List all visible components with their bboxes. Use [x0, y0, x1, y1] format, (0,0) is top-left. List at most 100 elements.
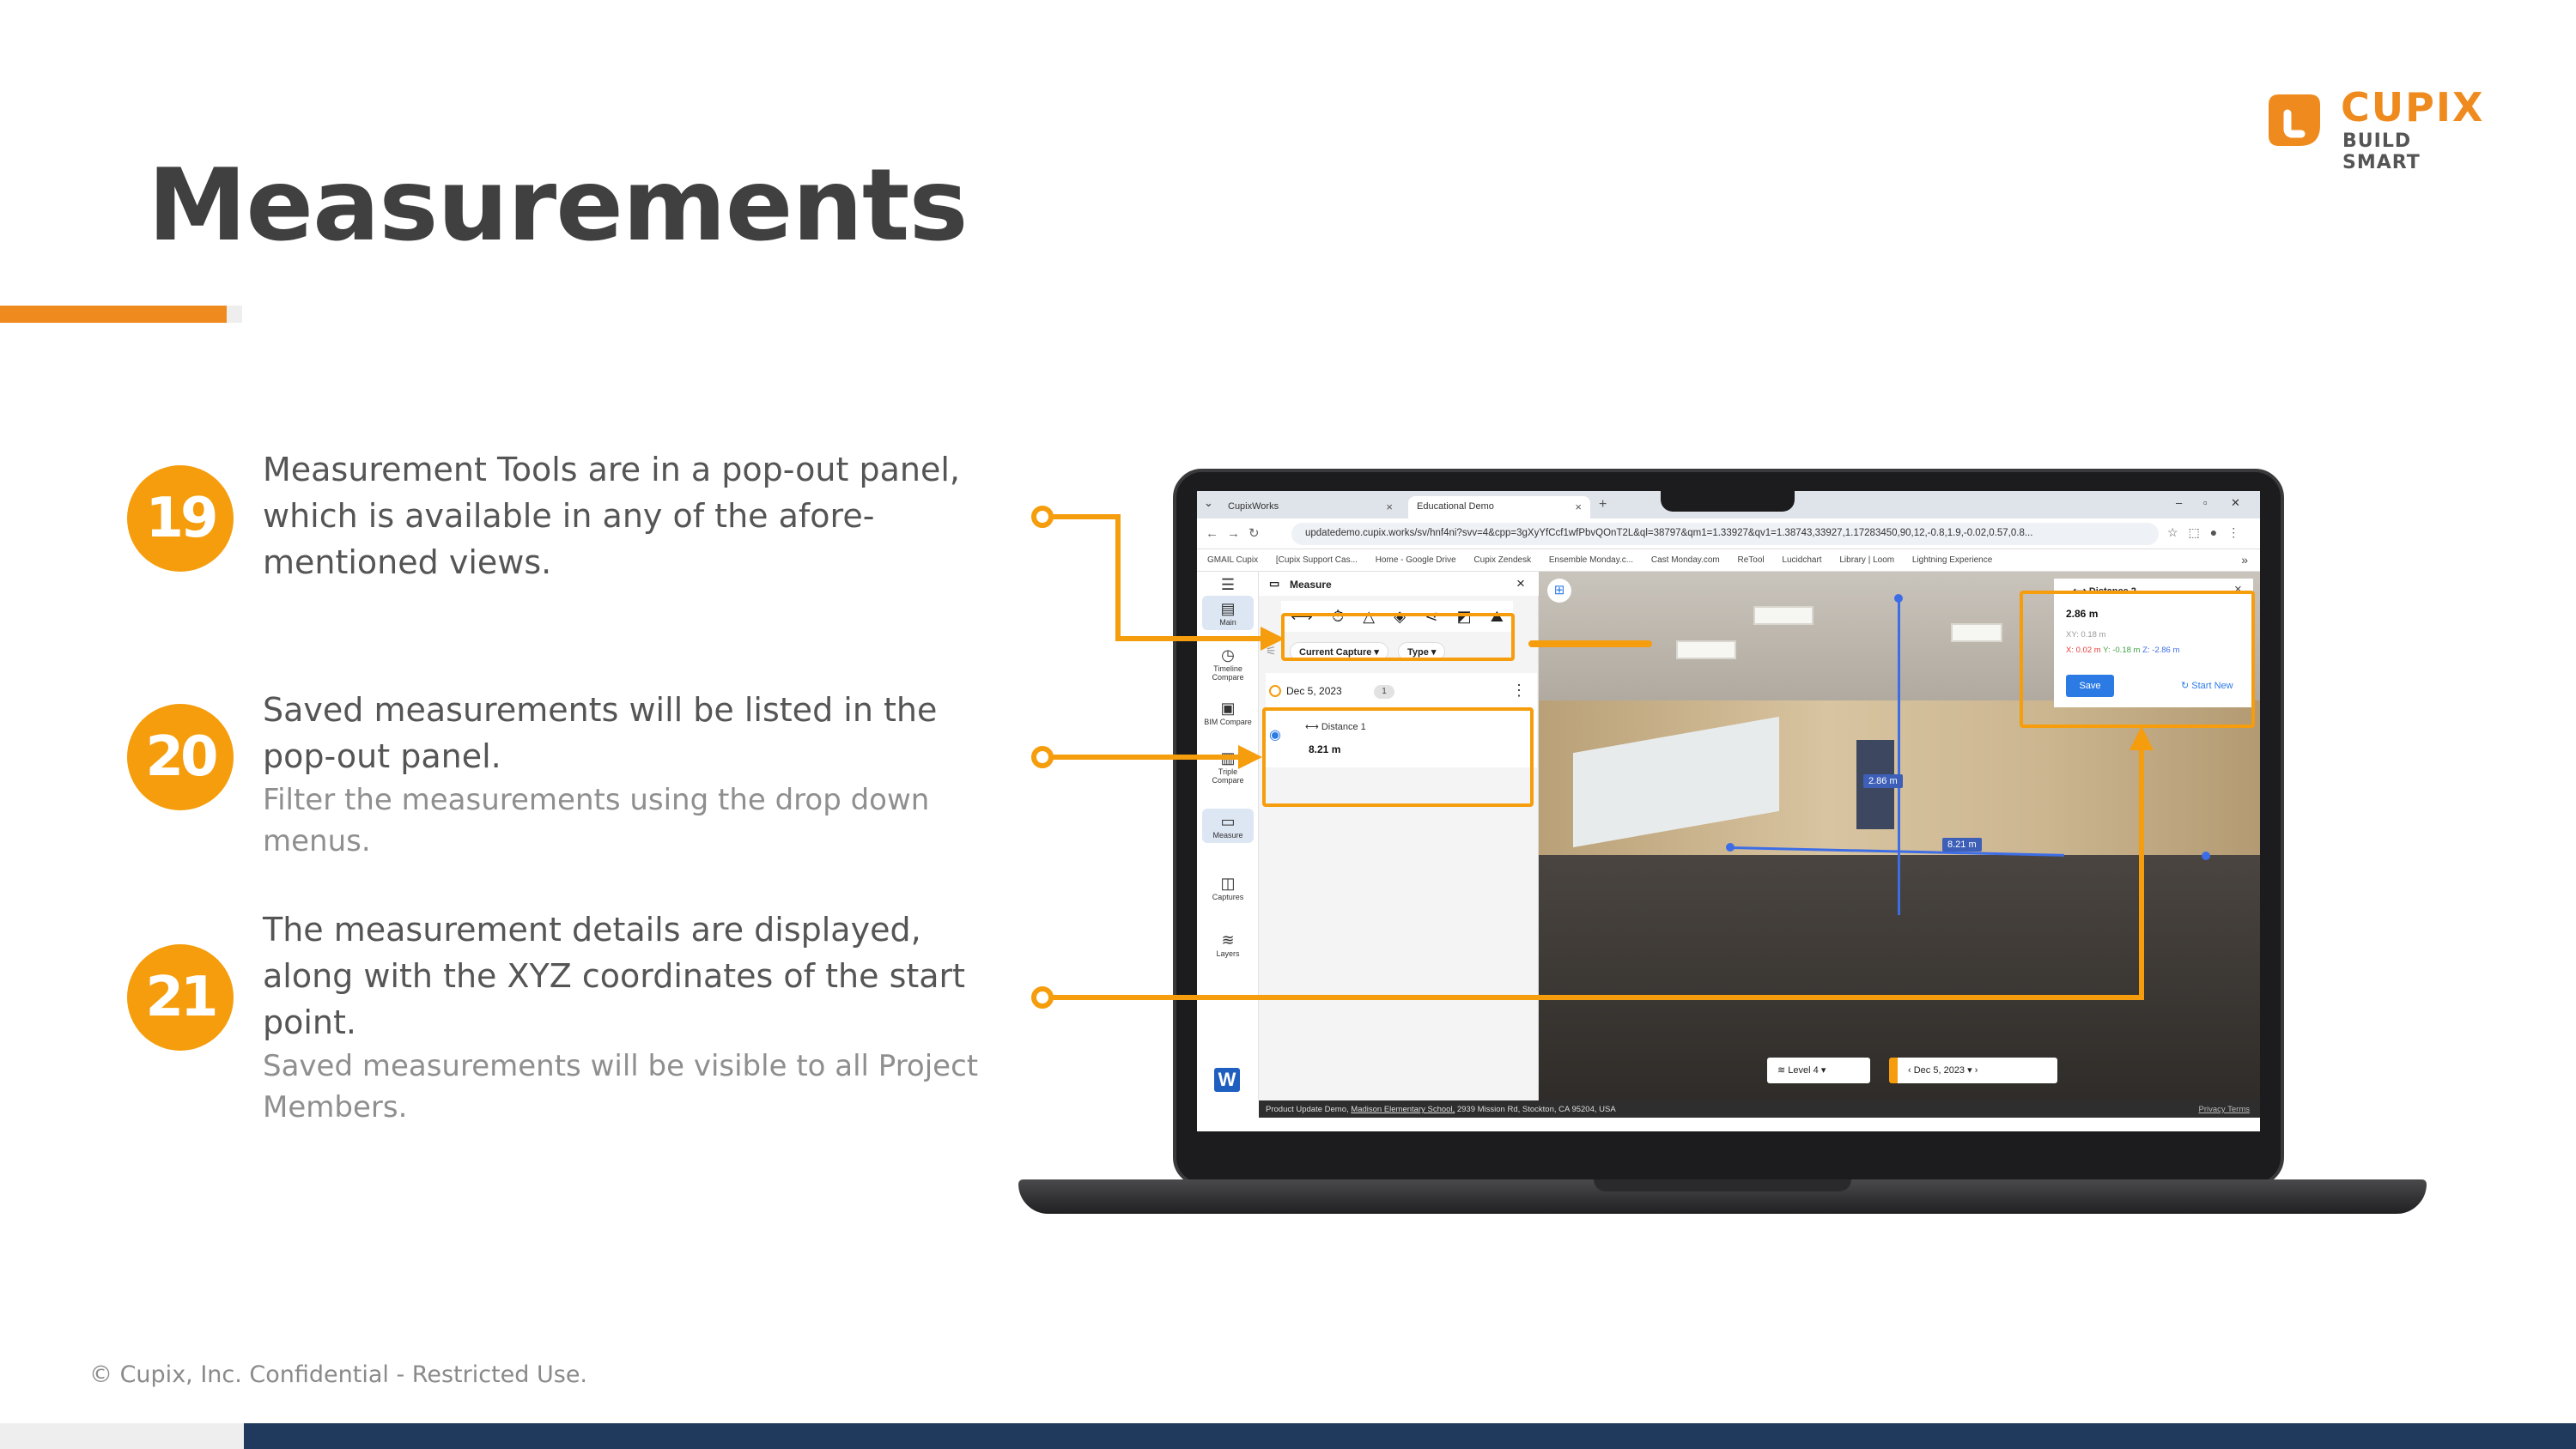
filter-icon: ⚟ — [1266, 644, 1277, 658]
footer-bar-light — [0, 1423, 244, 1449]
status-address: 2939 Mission Rd, Stockton, CA 95204, USA — [1456, 1105, 1616, 1114]
level-selector[interactable]: ≋ Level 4 ▾ — [1767, 1058, 1870, 1083]
step-19-description: Measurement Tools are in a pop-out panel… — [263, 446, 1018, 585]
bookmark[interactable]: Ensemble Monday.c... — [1549, 555, 1633, 565]
page-title: Measurements — [148, 148, 969, 264]
capture-date-selector[interactable]: ‹ Dec 5, 2023 ▾ › — [1889, 1058, 2057, 1083]
title-accent-bar — [0, 306, 227, 323]
step-21-description: The measurement details are displayed, a… — [263, 906, 1018, 1128]
measurement-point[interactable] — [1726, 843, 1735, 852]
measurement-point[interactable] — [2202, 852, 2210, 860]
browser-tab-educational-demo[interactable]: Educational Demo × — [1408, 496, 1590, 518]
grid-icon: ▤ — [1220, 600, 1236, 617]
vertical-measurement-label: 2.86 m — [1863, 774, 1903, 788]
maximize-icon[interactable]: ▫ — [2203, 496, 2208, 509]
url-field[interactable]: updatedemo.cupix.works/sv/hnf4ni?svv=4&c… — [1291, 523, 2159, 545]
nav-captures[interactable]: ◫ Captures — [1202, 874, 1254, 901]
slide: CUPIX BUILD SMART Measurements 19 Measur… — [0, 0, 2576, 1449]
bim-icon: ▣ — [1220, 700, 1236, 717]
step-19-text: Measurement Tools are in a pop-out panel… — [263, 451, 960, 581]
bookmark[interactable]: Lightning Experience — [1912, 555, 1992, 565]
bookmark[interactable]: [Cupix Support Cas... — [1276, 555, 1358, 565]
step-21-badge: 21 — [127, 944, 234, 1051]
layers-icon: ≋ — [1221, 931, 1235, 949]
leader-anchor-19 — [1031, 506, 1054, 528]
minimize-icon[interactable]: – — [2176, 496, 2182, 509]
browser-address-bar: ←→↻ updatedemo.cupix.works/sv/hnf4ni?svv… — [1197, 518, 2260, 549]
left-nav: ☰ ▤ Main ◷ Timeline Compare ▣ BIM Compar… — [1197, 572, 1259, 1100]
saved-group-count: 1 — [1374, 685, 1394, 699]
bookmark[interactable]: Library | Loom — [1839, 555, 1894, 565]
more-vert-icon[interactable]: ⋮ — [1511, 682, 1527, 700]
nav-timeline-compare[interactable]: ◷ Timeline Compare — [1202, 646, 1254, 682]
measurement-line-vertical — [1898, 597, 1900, 915]
more-bookmarks-icon[interactable]: » — [2241, 553, 2248, 567]
logo-name: CUPIX — [2341, 84, 2485, 130]
step-20-subtext: Filter the measurements using the drop d… — [263, 783, 930, 858]
browser-tab-cupixworks[interactable]: CupixWorks × — [1219, 496, 1401, 518]
step-21-text: The measurement details are displayed, a… — [263, 911, 966, 1041]
browser-nav-icons[interactable]: ←→↻ — [1206, 525, 1268, 541]
status-prefix: Product Update Demo, — [1266, 1105, 1349, 1114]
distance-details-highlight — [2020, 591, 2255, 728]
bookmark[interactable]: ReTool — [1738, 555, 1765, 565]
bookmark[interactable]: Cast Monday.com — [1651, 555, 1720, 565]
new-tab-icon[interactable]: + — [1599, 497, 1607, 512]
measure-panel-header: ▭ Measure × — [1259, 572, 1539, 596]
tab-label: CupixWorks — [1228, 501, 1279, 512]
capture-icon: ◫ — [1220, 875, 1236, 892]
ruler-icon: ▭ — [1220, 813, 1236, 830]
confidential-footer: © Cupix, Inc. Confidential - Restricted … — [89, 1361, 588, 1388]
privacy-terms-links[interactable]: Privacy Terms — [2199, 1105, 2250, 1114]
leader-anchor-21 — [1031, 986, 1054, 1009]
menu-icon[interactable]: ☰ — [1202, 575, 1254, 594]
ceiling-light — [1676, 640, 1736, 659]
columns-icon: ▥ — [1220, 749, 1236, 767]
cupix-logo-mark-icon — [2269, 94, 2320, 146]
nav-triple-compare[interactable]: ▥ Triple Compare — [1202, 749, 1254, 785]
chevron-right-icon[interactable]: › — [1975, 1065, 1978, 1076]
chevron-left-icon[interactable]: ‹ — [1908, 1065, 1911, 1076]
close-icon[interactable]: × — [1386, 500, 1393, 513]
nav-main[interactable]: ▤ Main — [1202, 596, 1254, 630]
title-accent-bar-end — [227, 306, 242, 323]
cupix-logo: CUPIX BUILD SMART — [2262, 84, 2494, 173]
window-close-icon[interactable]: ✕ — [2231, 496, 2240, 510]
ceiling-light — [1753, 606, 1814, 625]
tab-label: Educational Demo — [1417, 501, 1494, 512]
laptop-notch — [1661, 486, 1795, 512]
horizontal-measurement-label: 8.21 m — [1942, 838, 1982, 852]
bookmark[interactable]: Lucidchart — [1782, 555, 1821, 565]
footer-bar-dark — [244, 1423, 2576, 1449]
measurement-point[interactable] — [1894, 594, 1903, 603]
laptop-screen: ⌄ CupixWorks × Educational Demo × + – ▫ … — [1197, 491, 2260, 1131]
step-20-description: Saved measurements will be listed in the… — [263, 687, 1018, 862]
browser-toolbar-icons[interactable]: ☆⬚●⋮ — [2167, 525, 2250, 540]
clock-icon: ◷ — [1221, 646, 1235, 664]
laptop-base-groove — [1594, 1179, 1851, 1191]
tab-list-icon[interactable]: ⌄ — [1204, 496, 1213, 510]
bookmarks-bar: GMAIL Cupix [Cupix Support Cas... Home -… — [1197, 549, 2260, 572]
measure-panel-title: Measure — [1290, 579, 1332, 591]
bookmark[interactable]: GMAIL Cupix — [1207, 555, 1258, 565]
step-20-text: Saved measurements will be listed in the… — [263, 691, 938, 775]
close-icon[interactable]: × — [1516, 575, 1525, 592]
cupixworks-logo-icon[interactable]: W — [1214, 1068, 1240, 1092]
measure-tools-highlight — [1281, 613, 1515, 661]
saved-group-date: Dec 5, 2023 — [1286, 685, 1342, 697]
minimap-toggle-icon[interactable]: ⊞ — [1547, 579, 1571, 603]
chevron-down-icon[interactable]: ▾ — [1967, 1065, 1972, 1076]
step-20-badge: 20 — [127, 704, 234, 810]
step-19-badge: 19 — [127, 465, 234, 572]
close-icon[interactable]: × — [1575, 500, 1582, 513]
status-school-link[interactable]: Madison Elementary School, — [1351, 1105, 1455, 1114]
nav-layers[interactable]: ≋ Layers — [1202, 931, 1254, 958]
step-21-subtext: Saved measurements will be visible to al… — [263, 1049, 979, 1125]
bookmark[interactable]: Cupix Zendesk — [1473, 555, 1531, 565]
saved-measurements-highlight — [1262, 707, 1534, 807]
highlight-hidden — [1528, 640, 1652, 647]
bookmark[interactable]: Home - Google Drive — [1376, 555, 1456, 565]
nav-measure[interactable]: ▭ Measure — [1202, 809, 1254, 843]
nav-bim-compare[interactable]: ▣ BIM Compare — [1202, 699, 1254, 726]
layers-icon: ≋ — [1777, 1065, 1786, 1076]
